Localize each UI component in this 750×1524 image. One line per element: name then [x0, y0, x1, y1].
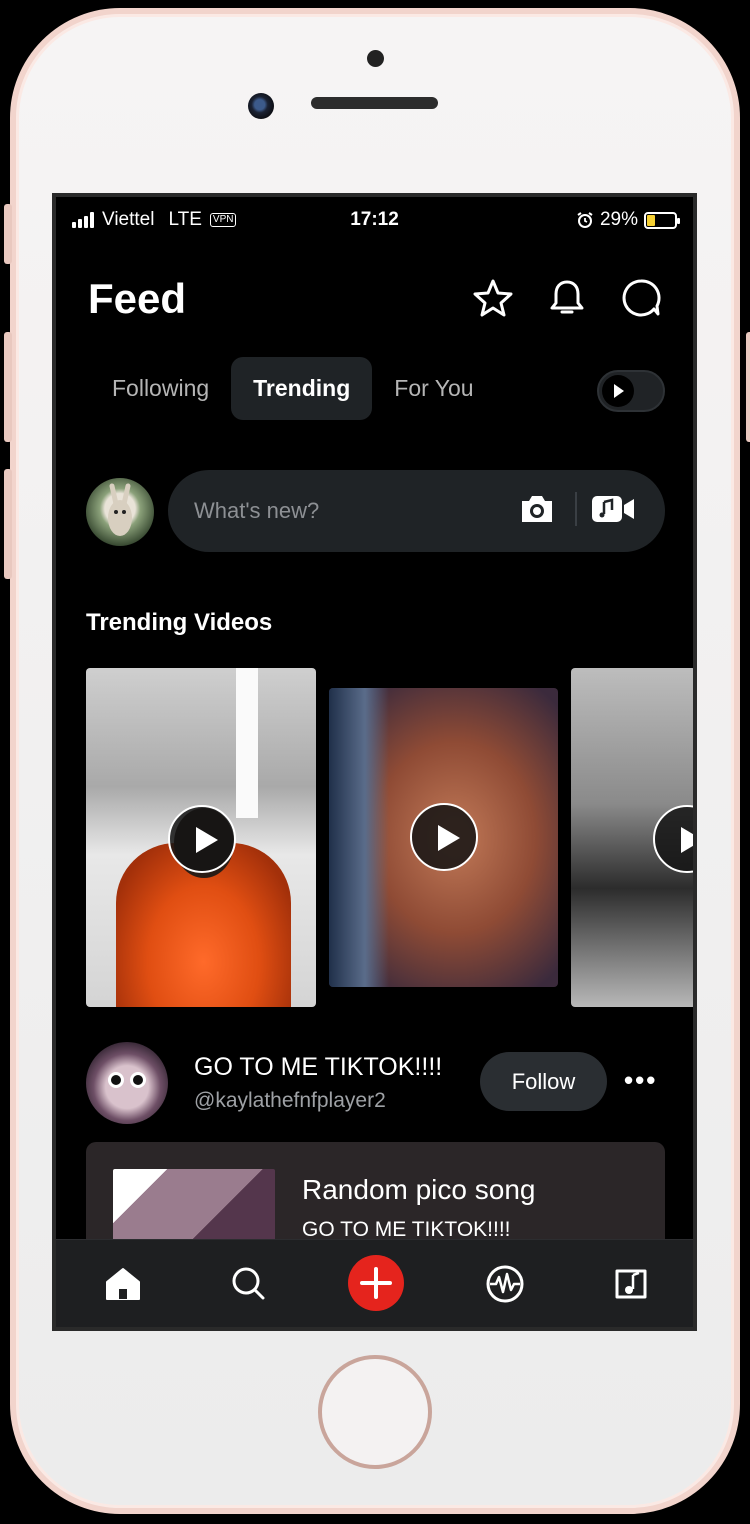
play-icon[interactable]: [653, 805, 693, 873]
post-author-name[interactable]: GO TO ME TIKTOK!!!!: [194, 1053, 442, 1082]
post-author-handle[interactable]: @kaylathefnfplayer2: [194, 1089, 386, 1113]
play-icon[interactable]: [168, 805, 236, 873]
bottom-nav: [56, 1239, 693, 1327]
home-button[interactable]: [318, 1355, 432, 1469]
tab-trending[interactable]: Trending: [231, 357, 373, 420]
tab-following[interactable]: Following: [90, 357, 231, 420]
app-screen: Viettel LTE VPN 17:12 29% Feed Following…: [52, 193, 697, 1331]
battery-icon: [644, 211, 680, 229]
star-icon[interactable]: [472, 277, 514, 319]
song-title: Random pico song: [302, 1174, 536, 1205]
battery-percent: 29%: [599, 209, 638, 230]
play-icon[interactable]: [410, 803, 478, 871]
earpiece-speaker: [311, 97, 438, 109]
post-author-avatar[interactable]: [86, 1042, 168, 1124]
feed-tabs: Following Trending For You: [90, 357, 496, 420]
search-icon[interactable]: [222, 1257, 276, 1311]
add-button[interactable]: [348, 1255, 404, 1311]
section-title: Trending Videos: [86, 609, 273, 636]
chat-icon[interactable]: [620, 277, 662, 319]
volume-down-button: [4, 469, 12, 579]
status-bar: Viettel LTE VPN 17:12 29%: [56, 197, 693, 243]
activity-icon[interactable]: [478, 1257, 532, 1311]
toggle-knob: [602, 375, 634, 407]
tab-for-you[interactable]: For You: [372, 357, 495, 420]
mute-switch: [4, 204, 12, 264]
music-icon[interactable]: [605, 1257, 659, 1311]
home-icon[interactable]: [96, 1257, 150, 1311]
more-options-icon[interactable]: •••: [624, 1065, 657, 1096]
alarm-icon: [577, 212, 593, 228]
volume-up-button: [4, 332, 12, 442]
proximity-sensor: [367, 50, 384, 67]
bell-icon[interactable]: [546, 277, 588, 319]
power-button: [746, 332, 750, 442]
follow-button[interactable]: Follow: [480, 1052, 607, 1111]
add-icon: [360, 1267, 392, 1299]
front-camera: [248, 93, 274, 119]
composer-input[interactable]: What's new?: [168, 470, 665, 552]
camera-icon[interactable]: [518, 492, 556, 526]
video-camera-icon[interactable]: [590, 492, 636, 526]
video-mode-toggle[interactable]: [597, 370, 665, 412]
video-thumbnail[interactable]: [571, 668, 693, 1007]
composer-divider: [575, 492, 577, 526]
video-thumbnail[interactable]: [86, 668, 316, 1007]
play-icon: [614, 384, 624, 398]
composer-placeholder: What's new?: [194, 498, 320, 523]
page-title: Feed: [88, 275, 187, 322]
video-thumbnail[interactable]: [329, 688, 558, 987]
avatar-illustration: [108, 483, 132, 536]
user-avatar[interactable]: [86, 478, 154, 546]
